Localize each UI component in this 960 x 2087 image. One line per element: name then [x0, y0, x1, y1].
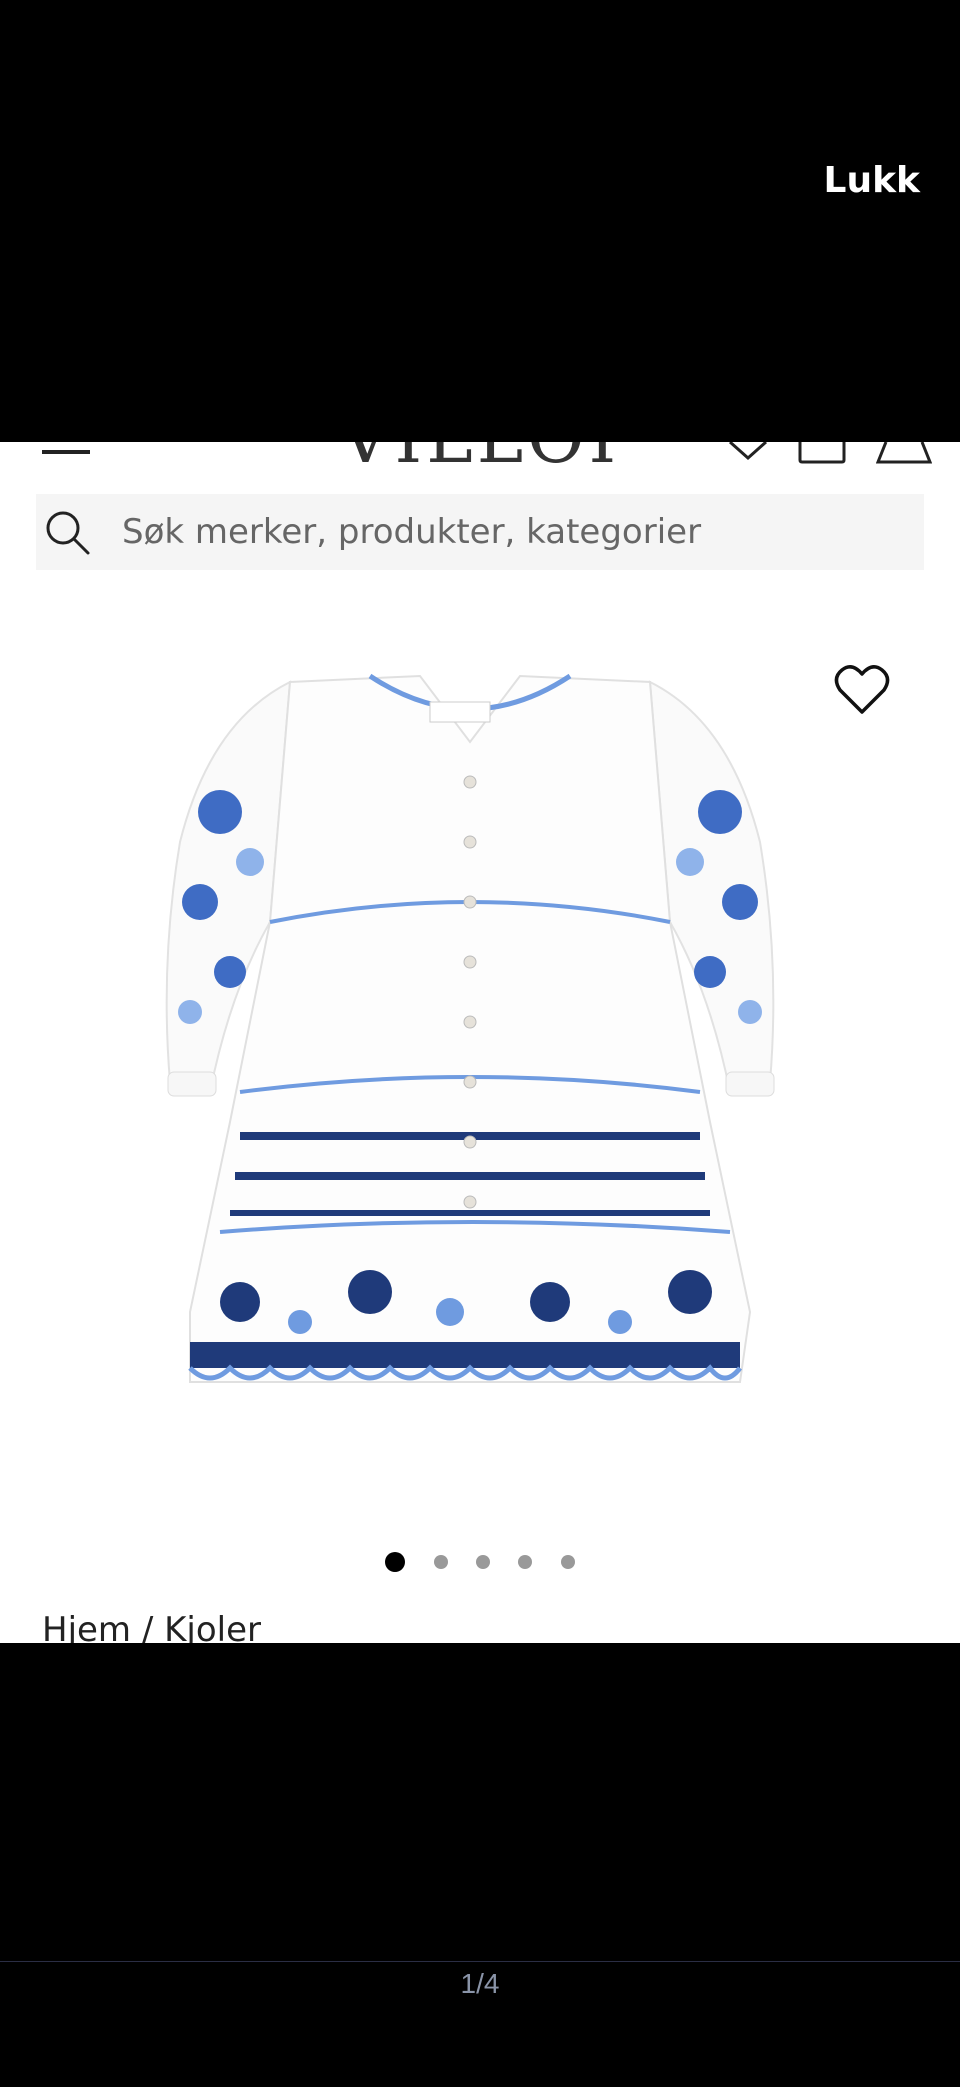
product-image-dress[interactable] — [150, 662, 790, 1402]
search-input[interactable] — [120, 511, 904, 553]
carousel-dot[interactable] — [385, 1552, 406, 1572]
bag-icon[interactable] — [876, 442, 932, 464]
account-icon[interactable] — [798, 442, 846, 464]
close-button[interactable]: Lukk — [824, 160, 920, 201]
carousel-dot[interactable] — [433, 1555, 448, 1569]
carousel-dot[interactable] — [560, 1555, 575, 1569]
favorites-icon[interactable] — [728, 442, 768, 460]
breadcrumb[interactable]: Hjem / Kjoler — [42, 1610, 261, 1643]
carousel-dot[interactable] — [518, 1555, 533, 1569]
search-icon — [46, 511, 90, 555]
site-logo[interactable]: VILLOID — [340, 442, 620, 474]
search-bar[interactable] — [36, 494, 924, 570]
heart-icon[interactable] — [834, 664, 890, 716]
carousel-dots — [0, 1552, 960, 1576]
image-counter: 1/4 — [460, 1968, 500, 1999]
menu-icon[interactable] — [42, 442, 90, 456]
carousel-dot[interactable] — [476, 1555, 490, 1569]
footer-divider — [0, 1961, 960, 1962]
page-screenshot: VILLOID — [0, 442, 960, 1643]
image-viewer: Lukk VILLOID — [0, 0, 960, 2087]
site-header: VILLOID — [0, 442, 960, 482]
